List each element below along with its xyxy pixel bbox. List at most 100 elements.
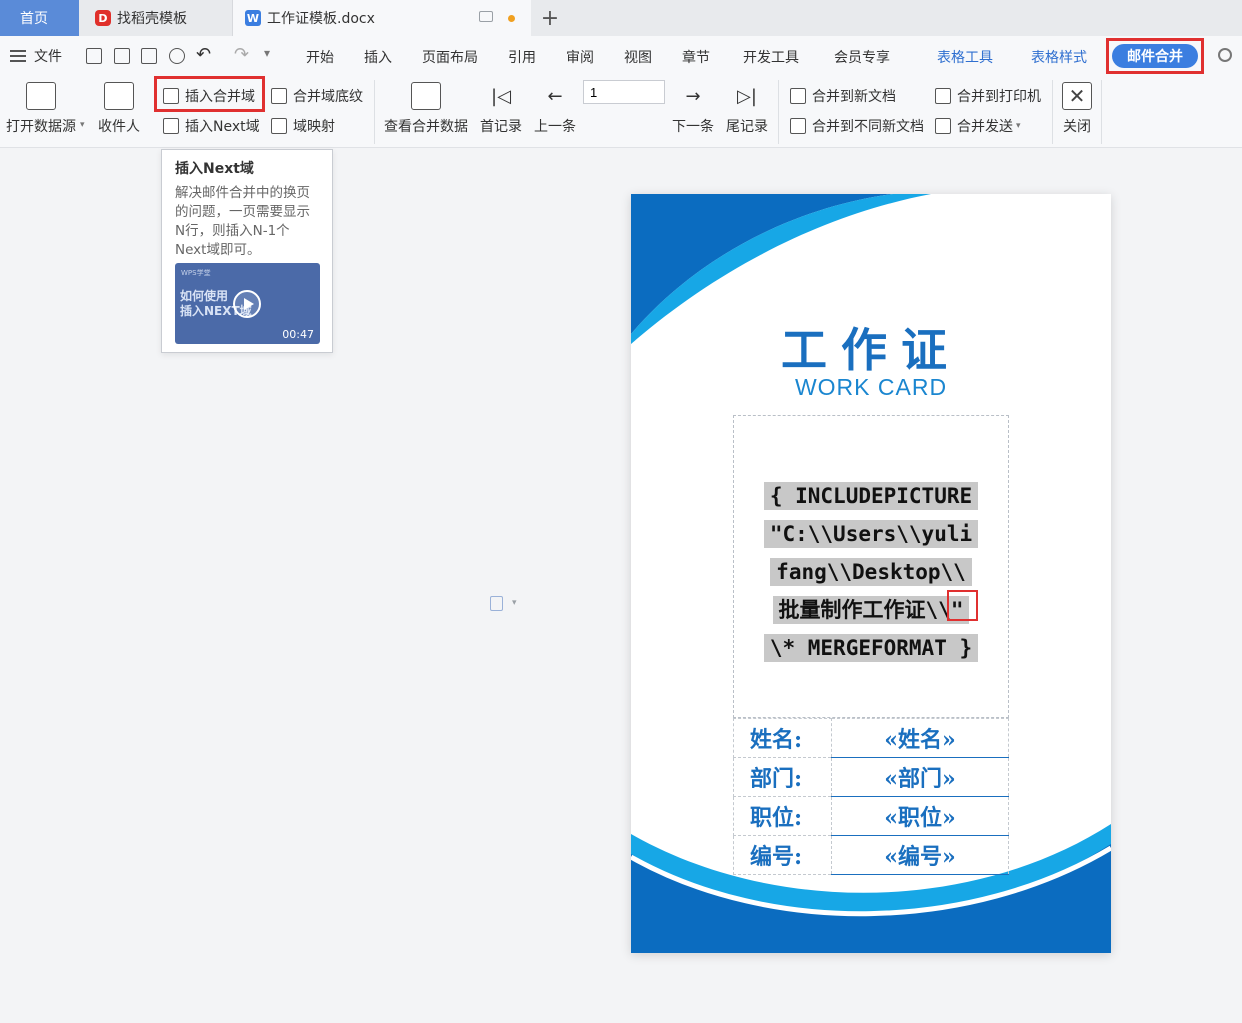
merge-to-new-doc-button[interactable]: 合并到新文档 (790, 86, 896, 106)
last-record-button[interactable]: ▷| 尾记录 (726, 82, 768, 136)
open-datasource-button[interactable]: 打开数据源 (6, 82, 76, 136)
send-icon (935, 118, 951, 134)
view-merged-data-button[interactable]: 查看合并数据 (384, 82, 468, 136)
shading-icon (271, 88, 287, 104)
merge-send-label: 合并发送 (957, 119, 1013, 135)
table-row: 部门: «部门» (733, 757, 1009, 797)
tooltip-description: 解决邮件合并中的换页的问题，一页需要显示N行，则插入N-1个Next域即可。 (175, 185, 310, 258)
insert-next-field-button[interactable]: 插入Next域 (163, 116, 260, 136)
menu-review[interactable]: 审阅 (566, 47, 594, 67)
field-mapping-label: 域映射 (293, 119, 335, 135)
close-label: 关闭 (1063, 119, 1091, 135)
menu-mail-merge-label: 邮件合并 (1112, 44, 1198, 68)
file-menu-label: 文件 (34, 49, 62, 65)
id-number-merge-field[interactable]: «编号» (831, 835, 1009, 875)
close-mail-merge-button[interactable]: ✕ 关闭 (1062, 82, 1092, 136)
menu-view[interactable]: 视图 (624, 47, 652, 67)
search-icon[interactable] (1218, 48, 1232, 62)
ribbon-separator (374, 80, 375, 144)
ribbon-separator (778, 80, 779, 144)
print-preview-icon[interactable] (169, 48, 185, 64)
unsaved-dot-icon (508, 15, 515, 22)
prev-record-button[interactable]: ← 上一条 (534, 82, 576, 136)
field-code-line: fang\\Desktop\\ (770, 558, 972, 586)
diff-docs-icon (790, 118, 806, 134)
merge-to-diff-docs-button[interactable]: 合并到不同新文档 (790, 116, 924, 136)
recipients-button[interactable]: 收件人 (98, 82, 140, 136)
merge-to-printer-button[interactable]: 合并到打印机 (935, 86, 1041, 106)
field-mapping-button[interactable]: 域映射 (271, 116, 335, 136)
arrow-right-icon: → (685, 85, 701, 107)
menu-page-layout[interactable]: 页面布局 (422, 47, 478, 67)
printer-icon (935, 88, 951, 104)
field-code-line: \* MERGEFORMAT } (763, 634, 979, 662)
menu-bar: 文件 ↶ ↷ ▾ 开始 插入 页面布局 引用 审阅 视图 章节 开发工具 会员专… (0, 36, 1242, 76)
merge-field-icon (163, 88, 179, 104)
menu-references[interactable]: 引用 (508, 47, 536, 67)
datasource-dropdown-icon[interactable]: ▾ (80, 120, 85, 130)
tab-document[interactable]: W 工作证模板.docx (233, 0, 531, 36)
ribbon-separator (1101, 80, 1102, 144)
hamburger-icon (10, 50, 26, 62)
includepicture-field-code[interactable]: { INCLUDEPICTURE "C:\\Users\\yuli fang\\… (631, 477, 1111, 667)
merge-to-diff-docs-label: 合并到不同新文档 (812, 119, 924, 135)
insert-merge-field-button[interactable]: 插入合并域 (163, 86, 255, 106)
employee-info-table: 姓名: «姓名» 部门: «部门» 职位: «职位» 编号: «编号» (733, 718, 1009, 875)
table-row: 编号: «编号» (733, 835, 1009, 875)
recipients-icon (104, 82, 134, 110)
redo-icon[interactable]: ↷ (234, 44, 249, 65)
new-tab-button[interactable]: + (540, 4, 560, 32)
print-icon[interactable] (141, 48, 157, 64)
quick-access-more-icon[interactable]: ▾ (264, 46, 270, 60)
name-merge-field[interactable]: «姓名» (831, 718, 1009, 758)
next-record-button[interactable]: → 下一条 (672, 82, 714, 136)
department-merge-field[interactable]: «部门» (831, 757, 1009, 797)
position-merge-field[interactable]: «职位» (831, 796, 1009, 836)
tutorial-video-thumbnail[interactable]: WPS学堂 如何使用 插入NEXT域 00:47 (175, 263, 320, 344)
monitor-icon[interactable] (479, 11, 493, 22)
id-number-label: 编号: (733, 835, 832, 875)
menu-insert[interactable]: 插入 (364, 47, 392, 67)
field-code-line: "C:\\Users\\yuli (763, 520, 979, 548)
first-record-button[interactable]: |◁ 首记录 (480, 82, 522, 136)
tab-document-label: 工作证模板.docx (267, 11, 375, 27)
video-brand: WPS学堂 (181, 269, 211, 277)
mapping-icon (271, 118, 287, 134)
paste-options-dropdown-icon[interactable]: ▾ (512, 598, 517, 608)
abc-preview-icon (411, 82, 441, 110)
undo-icon[interactable]: ↶ (196, 44, 211, 65)
table-row: 姓名: «姓名» (733, 718, 1009, 758)
merge-to-new-doc-label: 合并到新文档 (812, 89, 896, 105)
menu-table-style[interactable]: 表格样式 (1031, 47, 1087, 67)
insert-next-field-tooltip: 插入Next域 解决邮件合并中的换页的问题，一页需要显示N行，则插入N-1个Ne… (161, 149, 333, 353)
menu-start[interactable]: 开始 (306, 47, 334, 67)
field-code-line: 批量制作工作证\\" (772, 596, 970, 624)
tab-daoke-templates[interactable]: D 找稻壳模板 (79, 0, 233, 36)
paste-options-icon[interactable] (490, 596, 503, 611)
datasource-icon (26, 82, 56, 110)
export-pdf-icon[interactable] (114, 48, 130, 64)
arrow-left-icon: ← (547, 85, 563, 107)
recipients-label: 收件人 (98, 119, 140, 135)
record-number-input[interactable] (583, 80, 665, 104)
first-record-icon: |◁ (491, 85, 511, 107)
menu-table-tools[interactable]: 表格工具 (937, 47, 993, 67)
first-record-label: 首记录 (480, 119, 522, 135)
tab-home[interactable]: 首页 (0, 0, 79, 36)
merge-field-shading-button[interactable]: 合并域底纹 (271, 86, 363, 106)
file-menu[interactable]: 文件 (10, 46, 62, 66)
merge-send-dropdown-icon: ▾ (1016, 121, 1021, 131)
next-field-icon (163, 118, 179, 134)
merge-send-button[interactable]: 合并发送 ▾ (935, 116, 1021, 136)
menu-chapter[interactable]: 章节 (682, 47, 710, 67)
tab-home-label: 首页 (20, 11, 48, 27)
position-label: 职位: (733, 796, 832, 836)
document-page[interactable]: 工作证 WORK CARD { INCLUDEPICTURE "C:\\User… (631, 194, 1111, 953)
save-icon[interactable] (86, 48, 102, 64)
card-subtitle: WORK CARD (794, 374, 948, 400)
menu-mail-merge[interactable]: 邮件合并 (1106, 38, 1204, 74)
play-icon[interactable] (233, 290, 261, 318)
menu-developer[interactable]: 开发工具 (743, 47, 799, 67)
menu-member[interactable]: 会员专享 (834, 47, 890, 67)
merge-field-shading-label: 合并域底纹 (293, 89, 363, 105)
